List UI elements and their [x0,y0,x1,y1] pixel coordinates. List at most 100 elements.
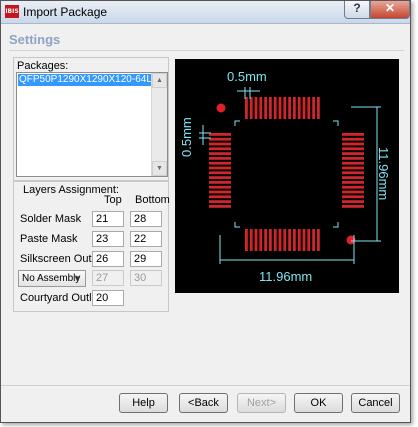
pad-top [254,97,258,119]
pad-top [302,97,306,119]
pad-left [209,195,231,199]
help-button[interactable]: Help [119,393,168,413]
pad-bottom [249,229,253,251]
pad-bottom [259,229,263,251]
footprint-drawing: 0.5mm 0.5mm 11.96mm 11.96mm [179,69,391,284]
help-icon[interactable]: ? [344,1,370,19]
ok-button-label: OK [310,397,327,409]
pad-left [209,181,231,184]
pad-left [209,157,231,160]
pad-left [209,200,231,203]
pad-bottom [317,229,320,251]
pitch-horizontal-label: 0.5mm [227,69,267,84]
pad-bottom [312,229,315,251]
help-button-label: Help [132,397,155,409]
pad-top [259,97,263,119]
button-bar-divider [1,385,410,386]
pad-right [342,190,364,194]
pad-right [342,195,364,199]
pad-left [209,161,231,165]
pad-left [209,190,231,194]
pad-bottom [293,229,296,251]
pad-top [269,97,272,119]
pad-right [342,142,364,146]
outline-corner [333,222,339,228]
cancel-button[interactable]: Cancel [351,393,400,413]
pad-top [307,97,311,119]
silkscreen-bottom-field[interactable]: 29 [130,251,162,267]
pad-bottom [283,229,287,251]
close-icon[interactable]: ✕ [370,1,410,19]
column-bottom-header: Bottom [135,194,170,206]
pad-right [342,152,364,155]
pad-bottom [307,229,311,251]
pad-right [342,137,364,141]
solder-mask-top-field[interactable]: 21 [92,211,124,227]
scroll-down-icon[interactable]: ▼ [152,161,167,176]
scroll-up-icon[interactable]: ▲ [152,73,167,88]
packages-scrollbar[interactable]: ▲ ▼ [151,73,167,176]
pad-bottom [264,229,267,251]
pad-top [264,97,267,119]
pad-left [209,166,231,170]
pad-bottom [254,229,258,251]
outline-corner [234,222,240,228]
pad-bottom [302,229,306,251]
back-button-label: <Back [188,397,219,409]
pad-top [293,97,296,119]
next-button: Next> [237,393,286,413]
pad-right [342,147,364,151]
assembly-top-field: 27 [92,270,124,286]
pitch-vertical-label: 0.5mm [179,117,194,157]
pad-bottom [269,229,272,251]
solder-mask-bottom-field[interactable]: 28 [130,211,162,227]
pad-right [342,166,364,170]
packages-list[interactable]: QFP50P1290X1290X120-64L25N ▲ ▼ [16,72,168,177]
footprint-pads [209,97,364,251]
chevron-down-icon[interactable]: ▼ [73,271,81,286]
paste-mask-bottom-field[interactable]: 22 [130,231,162,247]
pad-left [209,171,231,175]
pad-right [342,161,364,165]
component-outline [234,120,339,228]
pad-top [288,97,291,119]
pad-right [342,200,364,203]
pad-right [342,176,364,179]
pad-top [273,97,277,119]
courtyard-outline-field[interactable]: 20 [92,290,124,306]
pad-left [209,185,231,189]
column-top-header: Top [104,194,122,206]
pad-bottom [245,229,248,251]
app-icon: IBIS [5,5,19,18]
outline-corner [333,120,339,126]
pad-left [209,137,231,141]
pad-right [342,181,364,184]
pad-right [342,157,364,160]
pad-left [209,147,231,151]
settings-heading: Settings [9,32,61,47]
pad-right [342,185,364,189]
pad-bottom [297,229,301,251]
packages-label: Packages: [17,60,69,72]
back-button[interactable]: <Back [179,393,228,413]
window-title: Import Package [23,5,108,19]
pad-right [342,133,364,136]
footprint-preview: 0.5mm 0.5mm 11.96mm 11.96mm [175,59,399,293]
pad-top [317,97,320,119]
pad-top [245,97,248,119]
pad-top [312,97,315,119]
pad-right [342,171,364,175]
pad-top [297,97,301,119]
pad-left [209,152,231,155]
body-width-label: 11.96mm [259,269,312,284]
assembly-dropdown[interactable]: No Assembly ▼ [18,270,86,287]
pad-top [283,97,287,119]
paste-mask-top-field[interactable]: 23 [92,231,124,247]
pad-top [249,97,253,119]
silkscreen-top-field[interactable]: 26 [92,251,124,267]
pin1-marker [216,103,226,113]
pad-bottom [278,229,282,251]
package-list-item[interactable]: QFP50P1290X1290X120-64L25N [18,74,153,86]
solder-mask-label: Solder Mask [20,213,82,225]
ok-button[interactable]: OK [294,393,343,413]
